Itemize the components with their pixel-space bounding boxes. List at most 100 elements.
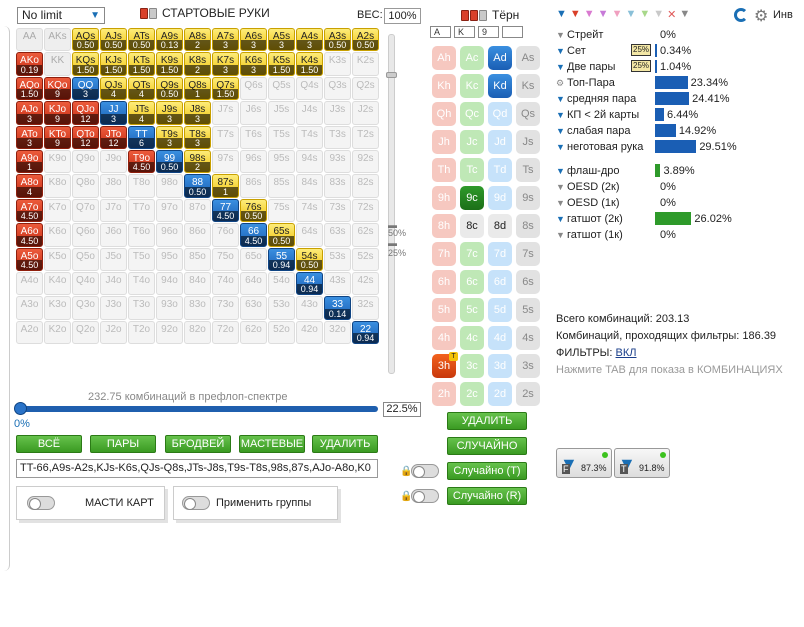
suits-toggle[interactable] [27,496,55,510]
groups-toggle[interactable] [182,496,210,510]
funnel-icon[interactable]: ▼ [556,110,565,120]
deck-card[interactable]: 9d [488,186,512,210]
funnel-icon[interactable]: ▼ [679,8,690,21]
deck-card[interactable]: 3s [516,354,540,378]
hand-cell[interactable]: Q5s [268,76,295,101]
hand-cell[interactable]: KTo 9 [44,125,71,149]
random-t-toggle[interactable] [411,464,439,478]
hand-cell[interactable]: 22 0.94 [352,320,379,345]
hand-cell[interactable]: AA [16,28,43,52]
hand-cell[interactable]: 97o [156,198,183,223]
hand-cell[interactable]: J3o [100,296,127,320]
hand-cell[interactable]: 85o [184,247,211,271]
deck-card[interactable]: 6h [432,270,456,294]
deck-card[interactable]: Ts [516,158,540,182]
hand-cell[interactable]: QTo 12 [72,125,99,149]
board-slot-2[interactable]: K [454,26,475,38]
deck-card[interactable]: 2h [432,382,456,406]
funnel-icon[interactable]: ▼ [556,46,565,56]
deck-card[interactable]: 7d [488,242,512,266]
hand-cell[interactable]: KTs 1.50 [128,52,155,76]
filters-state-link[interactable]: ВКЛ [616,347,637,359]
funnel-icon[interactable]: ▼ [556,8,567,21]
filter-row[interactable]: ▼ флаш-дро 3.89% [556,163,804,178]
funnel-icon[interactable]: ▼ [639,8,650,21]
deck-card[interactable]: 3d [488,354,512,378]
random-turn-button[interactable]: Случайно (T) [447,462,527,480]
hand-cell[interactable]: K6s 3 [240,52,267,76]
deck-card[interactable]: 8d [488,214,512,238]
hand-cell[interactable]: 72o [212,320,239,345]
funnel-icon[interactable]: ▼ [556,182,565,192]
hand-cell[interactable]: AQo 1.50 [16,76,43,101]
hand-cell[interactable]: A2o [16,320,43,345]
deck-card[interactable]: Qs [516,102,540,126]
hand-cell[interactable]: 96o [156,223,183,247]
deck-card[interactable]: Js [516,130,540,154]
hand-cell[interactable]: 74o [212,271,239,296]
deck-card[interactable]: 8s [516,214,540,238]
hand-cell[interactable]: A6s 3 [240,28,267,52]
deck-card[interactable]: Kd [488,74,512,98]
hand-cell[interactable]: AQs 0.50 [72,28,99,52]
hand-cell[interactable]: 63o [240,296,267,320]
hand-cell[interactable]: A2s 0.50 [352,28,379,52]
hand-cell[interactable]: J4o [100,271,127,296]
hand-cell[interactable]: 54o [268,271,295,296]
hand-cell[interactable]: 73s [324,198,351,223]
hand-cell[interactable]: 94o [156,271,183,296]
hand-cell[interactable]: 62o [240,320,267,345]
deck-card[interactable]: 2s [516,382,540,406]
board-slot-1[interactable]: A [430,26,451,38]
deck-card[interactable]: 3c [460,354,484,378]
hand-cell[interactable]: 93s [324,149,351,174]
hand-cell[interactable]: J2o [100,320,127,345]
deck-card[interactable]: Td [488,158,512,182]
hand-cell[interactable]: J4s [296,101,323,125]
hand-cell[interactable]: 63s [324,223,351,247]
hand-cell[interactable]: 42o [296,320,323,345]
hand-cell[interactable]: K6o [44,223,71,247]
hand-cell[interactable]: K4o [44,271,71,296]
suited-button[interactable]: МАСТЕВЫЕ [239,435,305,453]
funnel-icon[interactable]: ▼ [612,8,623,21]
hand-cell[interactable]: AKs [44,28,71,52]
hand-cell[interactable]: Q9s 0.50 [156,76,183,101]
funnel-icon[interactable]: ▼ [556,214,565,224]
hand-cell[interactable]: 54s 0.50 [296,247,323,271]
hand-cell[interactable]: A7s 3 [212,28,239,52]
filter-row[interactable]: ▼ Сет 25% 0.34% [556,43,804,58]
hand-cell[interactable]: Q2s [352,76,379,101]
hand-cell[interactable]: 87o [184,198,211,223]
hand-cell[interactable]: J7o [100,198,127,223]
hand-cell[interactable]: 86s [240,174,267,198]
hand-cell[interactable]: QJs 4 [100,76,127,101]
board-slot-4[interactable] [502,26,523,38]
hand-cell[interactable]: A3s 0.50 [324,28,351,52]
hand-cell[interactable]: Q7o [72,198,99,223]
deck-card[interactable]: Ah [432,46,456,70]
deck-card[interactable]: 5d [488,298,512,322]
hand-cell[interactable]: 74s [296,198,323,223]
hand-cell[interactable]: Q9o [72,149,99,174]
hand-cell[interactable]: 77 4.50 [212,198,239,223]
filter-row[interactable]: ▼ гатшот (1к) 0% [556,227,804,242]
hand-cell[interactable]: 73o [212,296,239,320]
hand-cell[interactable]: T3s [324,125,351,149]
hand-cell[interactable]: 43o [296,296,323,320]
hand-cell[interactable]: J2s [352,101,379,125]
hand-cell[interactable]: 43s [324,271,351,296]
hand-cell[interactable]: 88 0.50 [184,174,211,198]
deck-card[interactable]: Ad [488,46,512,70]
pairs-button[interactable]: ПАРЫ [90,435,156,453]
hand-cell[interactable]: Q4s [296,76,323,101]
flop-filter-badge[interactable]: ▼ F 87.3% [556,448,612,478]
hand-cell[interactable]: 32s [352,296,379,320]
filter-row[interactable]: ▼ гатшот (2к) 26.02% [556,211,804,226]
deck-card[interactable]: 5c [460,298,484,322]
deck-card[interactable]: 7h [432,242,456,266]
random-river-button[interactable]: Случайно (R) [447,487,527,505]
funnel-icon[interactable]: ▼ [556,30,565,40]
hand-cell[interactable]: KQo 9 [44,76,71,101]
hand-cell[interactable]: A3o [16,296,43,320]
